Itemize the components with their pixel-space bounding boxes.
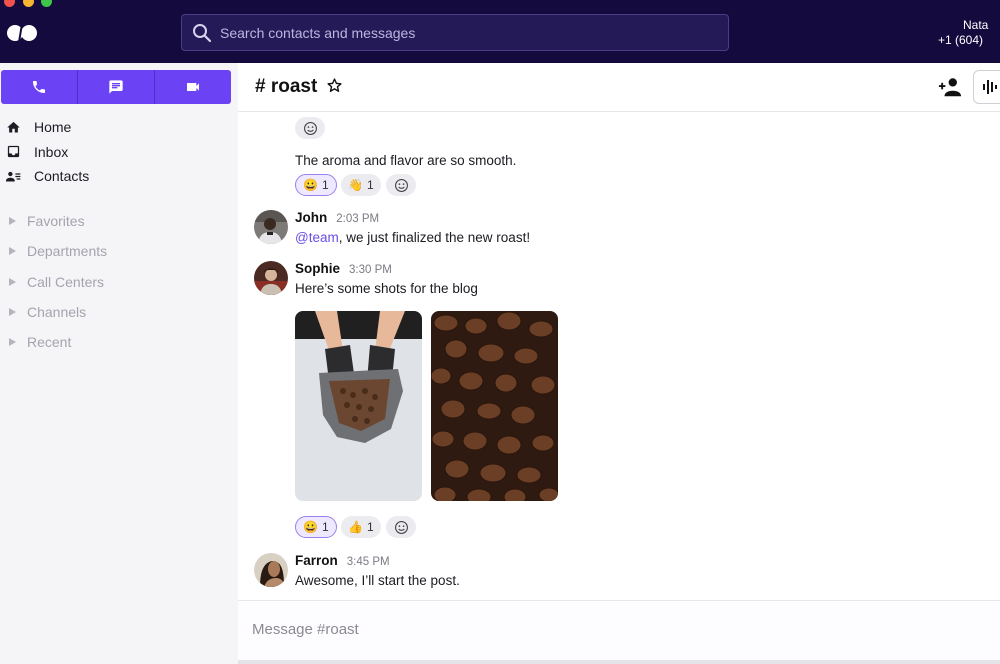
channel-header: # roast [238,63,1000,112]
john-avatar-image [254,210,288,244]
smiley-icon [394,178,408,192]
sidebar-item-label: Home [34,119,72,136]
sidebar-item-inbox[interactable]: Inbox [0,140,238,165]
author-name: Sophie [295,261,341,276]
wave-emoji-icon: 👋 [348,178,363,192]
sidebar-group-label: Call Centers [27,273,105,290]
reaction-pill[interactable]: 👍 1 [341,516,381,538]
app-logo-icon[interactable] [6,22,38,44]
smiley-icon [394,520,408,534]
contacts-icon [6,171,21,182]
message-time: 3:30 PM [349,264,392,276]
reaction-count: 1 [321,178,329,192]
search-bar[interactable] [181,14,729,51]
grin-emoji-icon: 😀 [303,520,318,534]
inbox-icon [7,146,20,158]
sidebar-item-label: Contacts [34,168,90,185]
user-name: Nata [963,18,989,32]
quick-actions [1,70,231,104]
caret-right-icon [9,277,16,286]
sidebar-group-label: Favorites [27,213,85,230]
thumbs-up-emoji-icon: 👍 [348,520,363,534]
avatar[interactable] [254,210,288,244]
search-input[interactable] [220,24,700,41]
caret-right-icon [9,217,16,226]
window-bottom-edge [238,660,1000,664]
sidebar-group-favorites[interactable]: Favorites [0,206,238,236]
sidebar-group-departments[interactable]: Departments [0,236,238,266]
coffee-beans-image [431,311,558,501]
user-info[interactable]: Nata +1 (604) [938,18,998,48]
channel-view: # roast The aroma and flavor are so smoo… [238,63,1000,664]
message-text: Awesome, I’ll start the post. [295,573,460,588]
sidebar-group-channels[interactable]: Channels [0,297,238,327]
add-reaction-button[interactable] [386,174,416,196]
caret-right-icon [9,247,16,256]
audio-wave-icon [983,80,997,94]
message-time: 3:45 PM [346,556,390,568]
author-name: John [295,210,328,225]
reaction-pill[interactable]: 😀 1 [295,516,337,538]
add-reaction-button[interactable] [386,516,416,538]
video-icon [187,83,199,91]
window-maximize-button[interactable] [41,0,52,7]
attachment-image-coffee-beans[interactable] [431,311,558,501]
message-button[interactable] [78,70,155,104]
reaction-count: 1 [366,178,374,192]
user-phone: +1 (604) [938,33,984,47]
message-body: , we just finalized the new roast! [338,230,531,245]
sidebar-groups: Favorites Departments Call Centers Chann… [0,206,238,357]
sidebar-group-label: Recent [27,334,72,351]
sidebar-group-label: Channels [27,304,87,321]
message-input[interactable] [252,621,952,638]
star-icon[interactable] [326,77,343,94]
sidebar: Home Inbox Contacts Favorites Department… [0,63,238,664]
attachment-image-coffee-bag[interactable] [295,311,422,501]
message-composer [238,600,1000,664]
caret-right-icon [9,338,16,347]
home-icon [7,121,20,133]
coffee-bag-image [295,311,422,501]
sidebar-group-recent[interactable]: Recent [0,327,238,357]
caret-right-icon [9,308,16,317]
message-author[interactable]: John 2:03 PM [295,210,379,225]
sidebar-nav: Home Inbox Contacts [0,115,238,189]
window-close-button[interactable] [4,0,15,7]
add-reaction-button[interactable] [295,117,325,139]
message-text: The aroma and flavor are so smooth. [295,153,517,168]
sidebar-group-call-centers[interactable]: Call Centers [0,267,238,297]
message-author[interactable]: Sophie 3:30 PM [295,261,392,276]
reaction-count: 1 [321,520,329,534]
video-button[interactable] [155,70,231,104]
sidebar-item-contacts[interactable]: Contacts [0,164,238,189]
phone-icon [33,81,45,93]
grin-emoji-icon: 😀 [303,178,318,192]
reaction-count: 1 [366,520,374,534]
author-name: Farron [295,553,338,568]
chat-icon [109,80,123,94]
farron-avatar-image [254,553,288,587]
sophie-avatar-image [254,261,288,295]
smiley-icon [303,121,317,135]
channel-title: # roast [255,76,318,97]
sidebar-item-home[interactable]: Home [0,115,238,140]
message-text: Here’s some shots for the blog [295,281,478,296]
window-minimize-button[interactable] [23,0,34,7]
avatar[interactable] [254,553,288,587]
reaction-pill[interactable]: 😀 1 [295,174,337,196]
sidebar-item-label: Inbox [34,143,69,160]
reaction-pill[interactable]: 👋 1 [341,174,381,196]
message-text: @team, we just finalized the new roast! [295,230,530,245]
mention-link[interactable]: @team [295,230,339,245]
call-button[interactable] [1,70,78,104]
audio-button[interactable] [973,70,1000,104]
avatar[interactable] [254,261,288,295]
message-time: 2:03 PM [336,213,380,225]
add-user-icon[interactable] [938,76,962,98]
message-author[interactable]: Farron 3:45 PM [295,553,390,568]
search-icon [193,23,212,42]
top-bar: Nata +1 (604) [0,0,1000,63]
message-list: The aroma and flavor are so smooth. 😀 1 … [238,112,1000,600]
sidebar-group-label: Departments [27,243,108,260]
